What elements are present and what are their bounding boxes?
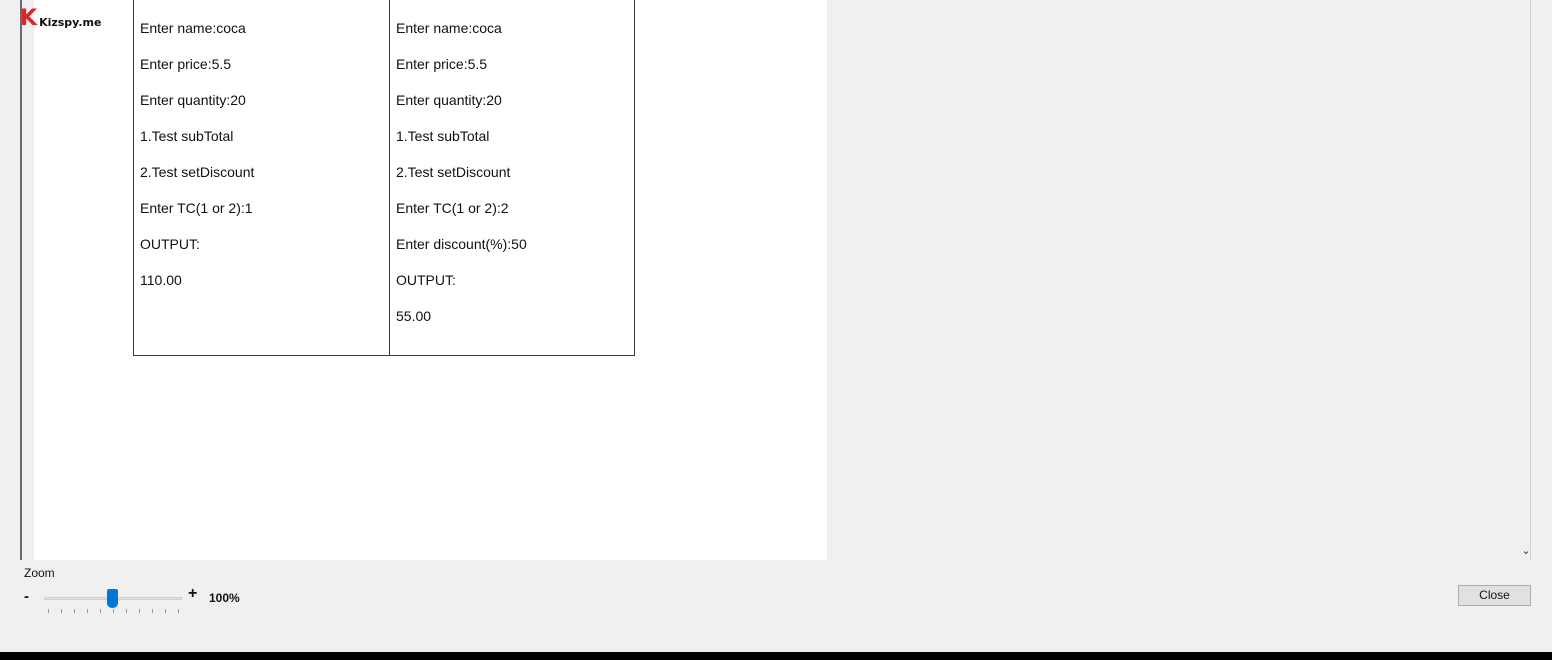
preview-area[interactable]: K Kizspy.me Enter id:1Enter name:cocaEnt… <box>20 0 1516 560</box>
vertical-scrollbar[interactable] <box>1516 0 1536 560</box>
logo-text: Kizspy.me <box>39 15 102 29</box>
slider-tick <box>74 609 75 613</box>
test-case-cell-2: Enter id:1Enter name:coca Enter price:5.5… <box>389 0 635 356</box>
zoom-out-button[interactable]: - <box>24 588 29 605</box>
line-text: Enter id:1 <box>396 0 628 19</box>
close-button[interactable]: Close <box>1458 585 1531 606</box>
zoom-in-button[interactable]: + <box>188 585 197 603</box>
line-text: OUTPUT: <box>140 236 200 252</box>
line-text: Enter discount(%):50 <box>396 236 527 252</box>
slider-tick <box>126 609 127 613</box>
test-case-table: Enter id:1Enter name:cocaEnter price:5.5… <box>133 0 635 356</box>
slider-tick <box>152 609 153 613</box>
line-text: 2.Test setDiscount <box>140 164 255 180</box>
zoom-slider[interactable] <box>44 589 182 613</box>
line-text: Enter quantity:20 <box>396 92 502 108</box>
zoom-value: 100% <box>209 591 240 605</box>
line-text: 1.Test subTotal <box>396 128 490 144</box>
line-text: Enter quantity:20 <box>140 92 246 108</box>
zoom-label: Zoom <box>24 566 55 580</box>
line-text: Enter TC(1 or 2):2 <box>396 200 509 216</box>
line-text: 110.00 <box>140 272 182 288</box>
table-row: Enter id:1Enter name:cocaEnter price:5.5… <box>133 0 635 356</box>
slider-tick <box>100 609 101 613</box>
slider-tick <box>113 609 114 613</box>
line-text: Enter name:coca <box>396 20 502 36</box>
watermark-logo: K Kizspy.me <box>20 8 101 30</box>
line-text: Enter price:5.5 <box>396 56 488 72</box>
test-case-cell-1: Enter id:1Enter name:coca Enter price:5.5… <box>133 0 390 356</box>
line-text: 55.00 <box>396 308 432 324</box>
line-text: 2.Test setDiscount <box>396 164 511 180</box>
slider-tick <box>165 609 166 613</box>
slider-tick <box>48 609 49 613</box>
line-text: 1.Test subTotal <box>140 128 234 144</box>
slider-tick <box>139 609 140 613</box>
line-text: Enter id:1 <box>140 0 383 19</box>
slider-tick <box>178 609 179 613</box>
line-text: Enter TC(1 or 2):1 <box>140 200 253 216</box>
zoom-slider-thumb[interactable] <box>107 589 118 608</box>
left-margin <box>0 0 20 560</box>
line-text: Enter name:coca <box>140 20 246 36</box>
line-text: OUTPUT: <box>396 272 456 288</box>
slider-tick <box>61 609 62 613</box>
line-text: Enter price:5.5 <box>140 56 232 72</box>
logo-k-icon: K <box>20 6 38 31</box>
scrollbar-track <box>1530 0 1531 560</box>
print-preview-window: K Kizspy.me Enter id:1Enter name:cocaEnt… <box>0 0 1552 652</box>
chevron-down-icon[interactable]: ⌄ <box>1516 543 1536 559</box>
slider-tick <box>87 609 88 613</box>
zoom-bar: Zoom - + 100% Close <box>0 560 1552 652</box>
document-page: K Kizspy.me Enter id:1Enter name:cocaEnt… <box>20 0 827 560</box>
